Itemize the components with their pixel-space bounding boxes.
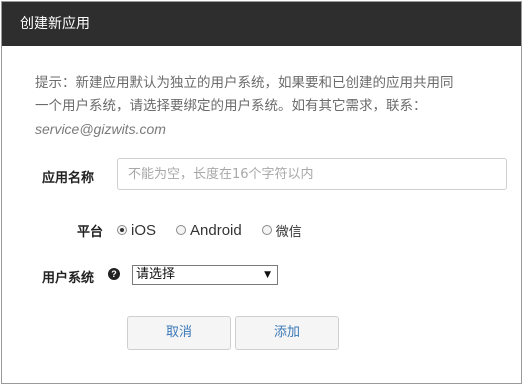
platform-option-wechat[interactable]: 微信 [261, 221, 302, 240]
create-app-dialog: 创建新应用 提示：新建应用默认为独立的用户系统，如果要和已创建的应用共用同 一个… [1, 1, 522, 384]
platform-option-ios[interactable]: iOS [117, 222, 156, 239]
user-system-select[interactable]: 请选择 ▼ [132, 265, 278, 285]
contact-email[interactable]: service@gizwits.com [35, 118, 505, 141]
radio-android[interactable] [176, 225, 187, 235]
chevron-down-icon: ▼ [264, 270, 271, 280]
user-system-selected: 请选择 [136, 267, 176, 282]
user-system-label: 用户系统 [42, 271, 95, 286]
radio-wechat-label: 微信 [275, 224, 302, 240]
notice-line-2: 一个用户系统，请选择要绑定的用户系统。如有其它需求，联系： [35, 98, 427, 114]
dialog-title: 创建新应用 [2, 2, 521, 46]
radio-ios[interactable] [117, 225, 127, 235]
question-circle-icon[interactable]: ? [108, 268, 120, 280]
add-button[interactable]: 添加 [235, 316, 339, 350]
platform-label: 平台 [77, 225, 104, 240]
notice-text: 提示：新建应用默认为独立的用户系统，如果要和已创建的应用共用同 一个用户系统，请… [35, 72, 505, 141]
cancel-button[interactable]: 取消 [127, 316, 231, 350]
app-name-input[interactable] [117, 158, 507, 190]
radio-android-label: Android [190, 221, 242, 239]
platform-radio-group: iOS Android 微信 [117, 220, 322, 240]
app-name-label: 应用名称 [42, 171, 95, 186]
notice-line-1: 提示：新建应用默认为独立的用户系统，如果要和已创建的应用共用同 [35, 75, 454, 91]
platform-option-android[interactable]: Android [176, 222, 242, 239]
radio-wechat[interactable] [261, 225, 272, 235]
radio-ios-label: iOS [131, 221, 157, 239]
